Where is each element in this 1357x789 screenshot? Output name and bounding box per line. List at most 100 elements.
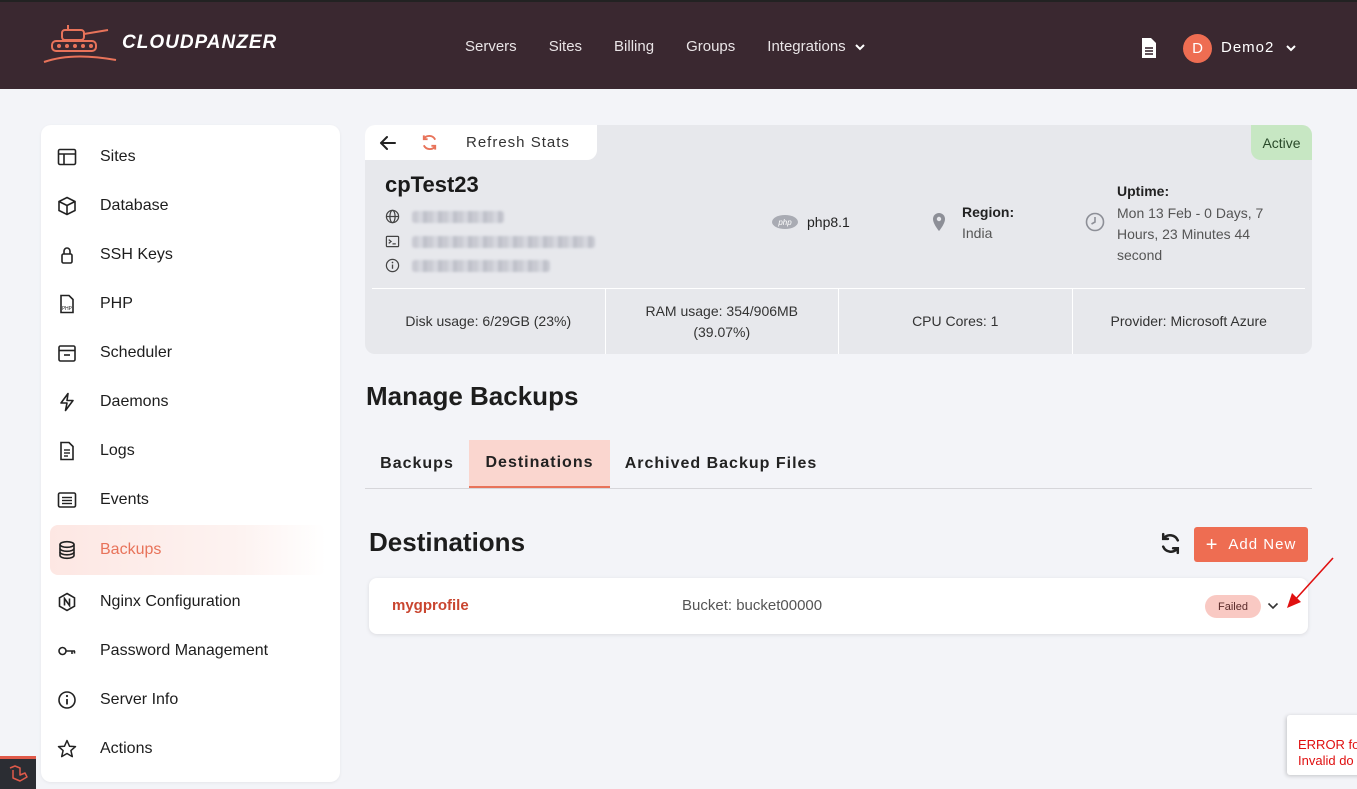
destination-bucket: Bucket: bucket00000 — [682, 597, 823, 614]
sidebar-item-database[interactable]: Database — [50, 183, 326, 229]
refresh-icon[interactable] — [420, 133, 439, 152]
backup-tabs: Backups Destinations Archived Backup Fil… — [365, 440, 1312, 489]
error-toast: ERROR fo Invalid do — [1287, 715, 1357, 775]
server-summary-card: Refresh Stats Active cpTest23 php php8.1… — [365, 125, 1312, 354]
cube-icon — [58, 196, 76, 216]
disk-usage-stat: Disk usage: 6/29GB (23%) — [372, 289, 606, 354]
avatar[interactable]: D — [1183, 34, 1212, 63]
laravel-icon — [9, 765, 28, 782]
sync-icon[interactable] — [1158, 531, 1183, 556]
brand-logo[interactable]: CLOUDPANZER — [42, 22, 277, 64]
lock-icon — [61, 247, 73, 264]
star-icon — [57, 739, 77, 758]
laravel-app-icon[interactable] — [0, 756, 36, 789]
sidebar-item-events[interactable]: Events — [50, 477, 326, 523]
sidebar-item-sites[interactable]: Sites — [50, 134, 326, 180]
database-icon — [59, 540, 75, 560]
status-badge: Active — [1251, 125, 1312, 160]
php-version: php php8.1 — [772, 214, 850, 230]
stat-label: Disk usage: — [405, 313, 479, 329]
tab-destinations[interactable]: Destinations — [469, 440, 610, 488]
terminal-icon — [385, 235, 400, 248]
sidebar-item-label: Daemons — [100, 393, 169, 410]
sidebar-item-label: Password Management — [100, 642, 269, 659]
uptime-label: Uptime: — [1117, 183, 1170, 199]
region-label: Region: — [962, 204, 1015, 220]
bolt-icon — [60, 392, 74, 412]
stat-value: Microsoft Azure — [1170, 313, 1267, 329]
error-line: Invalid do — [1298, 753, 1354, 768]
list-icon — [57, 492, 77, 508]
sidebar-item-actions[interactable]: Actions — [50, 726, 326, 772]
sidebar-item-label: Scheduler — [100, 344, 173, 361]
stat-label: CPU Cores: — [912, 313, 987, 329]
nav-sites[interactable]: Sites — [549, 38, 582, 55]
sidebar-item-backups[interactable]: Backups — [50, 525, 326, 575]
ram-usage-stat: RAM usage: 354/906MB (39.07%) — [606, 289, 839, 354]
sidebar-item-label: Backups — [100, 541, 162, 558]
clock-icon — [1085, 212, 1105, 232]
region-value: India — [962, 225, 993, 241]
redacted-os — [412, 259, 550, 272]
sidebar-item-php[interactable]: PHP PHP — [50, 281, 326, 327]
stat-label: RAM usage: — [645, 302, 723, 319]
server-ssh-row — [385, 234, 595, 249]
provider-stat: Provider: Microsoft Azure — [1073, 289, 1306, 354]
sidebar-item-label: Nginx Configuration — [100, 593, 241, 610]
sidebar-item-label: Actions — [100, 740, 153, 757]
sidebar-item-logs[interactable]: Logs — [50, 428, 326, 474]
nav-servers[interactable]: Servers — [465, 38, 517, 55]
sidebar-item-label: Events — [100, 491, 149, 508]
server-ip-row — [385, 209, 504, 224]
sidebar-item-nginx-configuration[interactable]: Nginx Configuration — [50, 579, 326, 625]
file-text-icon — [60, 441, 74, 461]
document-icon[interactable] — [1140, 37, 1158, 59]
php-file-icon: PHP — [60, 294, 74, 314]
uptime-value: Mon 13 Feb - 0 Days, 7 Hours, 23 Minutes… — [1117, 205, 1264, 263]
info-icon — [385, 258, 400, 273]
brand-name: CLOUDPANZER — [122, 32, 278, 53]
sidebar-item-label: Logs — [100, 442, 135, 459]
sidebar-item-ssh-keys[interactable]: SSH Keys — [50, 232, 326, 278]
php-version-label: php8.1 — [807, 214, 850, 230]
key-icon — [58, 646, 76, 656]
sidebar-item-label: Server Info — [100, 691, 179, 708]
stat-value: 1 — [990, 313, 999, 329]
nav-integrations[interactable]: Integrations — [767, 38, 865, 55]
sidebar-item-scheduler[interactable]: Scheduler — [50, 330, 326, 376]
sidebar-item-password-management[interactable]: Password Management — [50, 628, 326, 674]
stat-value: 6/29GB (23%) — [482, 313, 572, 329]
server-sidebar: Sites Database SSH Keys PHP PHP Schedule… — [41, 125, 340, 782]
nginx-icon — [58, 592, 76, 612]
sidebar-item-daemons[interactable]: Daemons — [50, 379, 326, 425]
cpu-cores-stat: CPU Cores: 1 — [839, 289, 1073, 354]
sidebar-item-label: Sites — [100, 148, 136, 165]
chevron-down-icon — [854, 43, 865, 50]
nav-groups[interactable]: Groups — [686, 38, 735, 55]
main-nav: Servers Sites Billing Groups Integration… — [465, 38, 898, 55]
sidebar-item-server-info[interactable]: Server Info — [50, 677, 326, 723]
server-name: cpTest23 — [385, 172, 479, 197]
sidebar-item-label: Database — [100, 197, 169, 214]
nav-integrations-label: Integrations — [767, 38, 846, 55]
tab-archived-backup-files[interactable]: Archived Backup Files — [610, 440, 832, 488]
add-new-label: Add New — [1228, 536, 1297, 553]
destination-name[interactable]: mygprofile — [392, 597, 469, 614]
tab-backups[interactable]: Backups — [365, 440, 469, 488]
info-icon — [58, 691, 76, 709]
status-badge: Failed — [1205, 595, 1261, 618]
sidebar-item-label: SSH Keys — [100, 246, 173, 263]
server-os-row — [385, 258, 550, 273]
stat-label: Provider: — [1110, 313, 1167, 329]
arrow-left-icon[interactable] — [379, 134, 397, 152]
user-name[interactable]: Demo2 — [1221, 39, 1274, 56]
calendar-icon — [58, 345, 76, 362]
chevron-down-icon[interactable] — [1267, 600, 1279, 612]
server-stats: Disk usage: 6/29GB (23%) RAM usage: 354/… — [372, 288, 1305, 354]
svg-text:PHP: PHP — [62, 306, 72, 312]
chevron-down-icon[interactable] — [1285, 42, 1297, 54]
refresh-stats-button[interactable]: Refresh Stats — [466, 134, 570, 151]
destination-row[interactable]: mygprofile Bucket: bucket00000 Failed — [369, 578, 1308, 634]
sidebar-item-label: PHP — [100, 295, 133, 312]
nav-billing[interactable]: Billing — [614, 38, 654, 55]
